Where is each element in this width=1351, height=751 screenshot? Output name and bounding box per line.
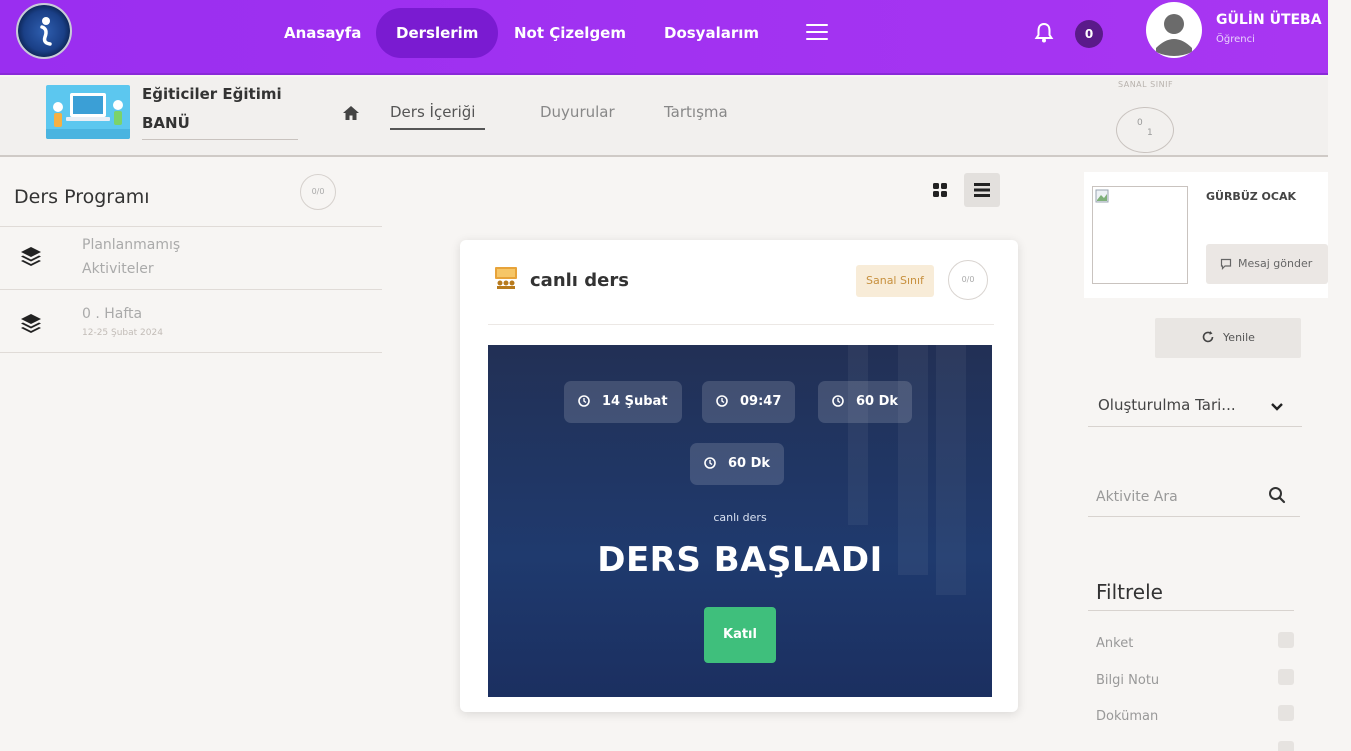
tab-ders-icerigi[interactable]: Ders İçeriği [390,103,475,121]
user-name[interactable]: GÜLİN ÜTEBA [1216,12,1322,28]
instructor-panel: GÜRBÜZ OCAK Mesaj gönder [1084,172,1328,298]
search-underline [1088,516,1300,517]
pill-label: 14 Şubat [602,394,668,409]
sidebar-item-label: Aktiviteler [82,261,154,277]
virtual-class-label: SANAL SINIF [1118,80,1174,89]
filter-underline [1088,610,1294,611]
pill-label: 09:47 [740,394,782,409]
refresh-label: Yenile [1223,331,1255,344]
layers-icon [21,247,41,266]
university-logo[interactable] [16,3,72,59]
bell-icon[interactable] [1034,22,1054,44]
course-title: Eğiticiler Eğitimi [142,85,282,103]
send-message-button[interactable]: Mesaj gönder [1206,244,1328,284]
sidebar-item-date: 12-25 Şubat 2024 [82,328,163,338]
top-navbar: Anasayfa Derslerim Not Çizelgem Dosyalar… [0,0,1328,75]
banner-subtitle: canlı ders [713,511,767,524]
user-role: Öğrenci [1216,34,1255,45]
tab-duyurular[interactable]: Duyurular [540,103,615,121]
activity-search-input[interactable]: Aktivite Ara [1096,489,1178,505]
time-pill: 09:47 [702,381,796,423]
nav-dosyalarim[interactable]: Dosyalarım [644,8,779,58]
filter-checkbox-dokuman[interactable] [1278,705,1294,721]
sort-select[interactable]: Oluşturulma Tari... [1098,396,1236,414]
join-button[interactable]: Katıl [704,607,776,663]
refresh-icon [1202,331,1214,343]
broken-image-icon [1095,189,1109,203]
chevron-down-icon[interactable] [1270,402,1284,412]
clock-icon [578,394,590,407]
grid-view-icon[interactable] [932,182,948,198]
logo-emblem-icon [40,17,52,46]
banner-decoration [848,345,868,525]
sidebar-divider [0,352,382,353]
classroom-icon [495,267,517,289]
instructor-photo [1092,186,1188,284]
activity-progress-counter: 0/0 [948,260,988,300]
banner-heading: DERS BAŞLADI [597,540,883,580]
filter-checkbox-next[interactable] [1278,741,1294,751]
nav-derslerim[interactable]: Derslerim [376,8,499,58]
home-icon[interactable] [342,105,360,121]
tab-active-indicator [390,128,485,130]
tab-tartisma[interactable]: Tartışma [664,103,728,121]
schedule-counter: 0/0 [300,174,336,210]
menu-icon[interactable] [806,24,828,45]
filter-checkbox-anket[interactable] [1278,632,1294,648]
activity-title[interactable]: canlı ders [530,270,629,291]
pill-label: 60 Dk [856,394,899,409]
duration-pill: 60 Dk [818,381,913,423]
search-icon[interactable] [1268,486,1286,504]
sort-underline [1088,426,1302,427]
live-session-banner: 14 Şubat 09:47 60 Dk 60 Dk canlı ders DE… [488,345,992,697]
course-thumbnail [46,85,130,139]
sidebar-item-label: Planlanmamış [82,237,181,253]
filter-checkbox-bilgi-notu[interactable] [1278,669,1294,685]
user-avatar-icon [1148,4,1200,56]
course-illustration-icon [46,93,130,139]
instructor-name: GÜRBÜZ OCAK [1206,190,1297,203]
nav-anasayfa[interactable]: Anasayfa [264,8,381,58]
filter-title: Filtrele [1096,580,1163,604]
sidebar-item-unplanned[interactable]: Planlanmamış Aktiviteler [0,227,382,289]
layers-icon [21,314,41,333]
date-pill: 14 Şubat [564,381,682,423]
list-view-button[interactable] [964,173,1000,207]
avatar[interactable] [1146,2,1202,58]
list-view-icon [974,183,990,197]
refresh-button[interactable]: Yenile [1155,318,1301,358]
virtual-class-count-bottom: 1 [1147,128,1153,138]
sidebar-item-week-0[interactable]: 0 . Hafta 12-25 Şubat 2024 [0,290,382,352]
send-message-label: Mesaj gönder [1238,257,1313,270]
course-header: Eğiticiler Eğitimi BANÜ Ders İçeriği Duy… [0,77,1328,157]
activity-type-badge: Sanal Sınıf [856,265,934,297]
clock-icon [704,456,716,469]
clock-icon [716,394,728,407]
notification-count-badge[interactable]: 0 [1075,20,1103,48]
chat-icon [1220,258,1232,270]
schedule-title: Ders Programı [14,186,150,208]
clock-icon [832,394,844,407]
sidebar-item-label: 0 . Hafta [82,306,143,322]
activity-card: canlı ders Sanal Sınıf 0/0 14 Şubat 09:4… [460,240,1018,712]
card-divider [488,324,994,325]
nav-not-cizelgem[interactable]: Not Çizelgem [494,8,646,58]
filter-label-bilgi-notu: Bilgi Notu [1096,673,1160,688]
virtual-class-counter[interactable]: 0 1 [1116,107,1174,153]
filter-label-anket: Anket [1096,636,1134,651]
virtual-class-count-top: 0 [1137,118,1143,128]
pill-label: 60 Dk [728,456,771,471]
filter-label-dokuman: Doküman [1096,709,1159,724]
course-subtitle: BANÜ [142,114,190,132]
course-title-divider [142,139,298,140]
duration-pill: 60 Dk [690,443,785,485]
